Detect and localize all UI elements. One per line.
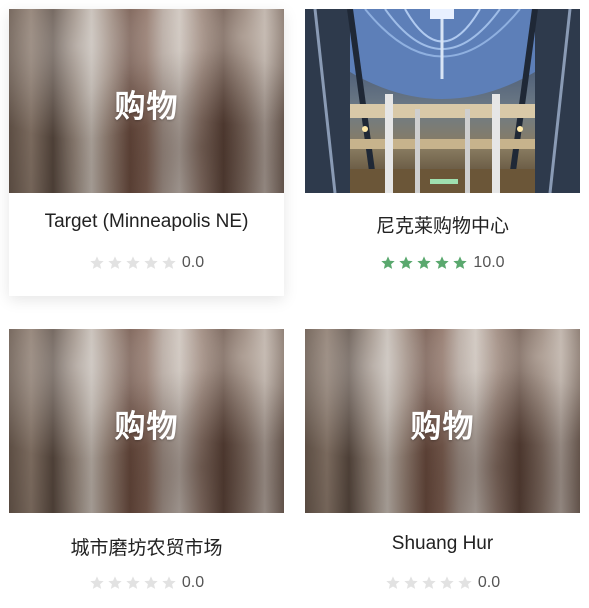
thumbnail-category-label: 购物 bbox=[114, 89, 179, 125]
star-icon bbox=[143, 575, 159, 591]
place-grid: 购物 Target (Minneapolis NE) 0.0 尼克莱购物中心 1… bbox=[0, 0, 589, 608]
rating-row: 10.0 bbox=[305, 254, 580, 272]
rating-score: 0.0 bbox=[181, 574, 205, 591]
star-icon bbox=[380, 255, 396, 271]
place-thumbnail[interactable]: 购物 bbox=[9, 9, 284, 193]
star-icon bbox=[89, 575, 105, 591]
place-card[interactable]: 尼克莱购物中心 10.0 bbox=[305, 9, 580, 296]
place-title[interactable]: Shuang Hur bbox=[305, 533, 580, 555]
rating-score: 0.0 bbox=[477, 574, 501, 591]
star-rating bbox=[380, 254, 470, 272]
rating-score: 10.0 bbox=[473, 254, 505, 271]
star-icon bbox=[439, 575, 455, 591]
star-icon bbox=[421, 575, 437, 591]
star-icon bbox=[416, 255, 432, 271]
mall-atrium-photo bbox=[305, 9, 580, 193]
star-rating bbox=[89, 254, 179, 272]
place-card[interactable]: 购物 城市磨坊农贸市场 0.0 bbox=[9, 329, 284, 608]
thumbnail-category-label: 购物 bbox=[114, 409, 179, 445]
star-icon bbox=[125, 575, 141, 591]
star-icon bbox=[403, 575, 419, 591]
star-icon bbox=[107, 255, 123, 271]
rating-row: 0.0 bbox=[305, 574, 580, 592]
place-title[interactable]: 尼克莱购物中心 bbox=[305, 211, 580, 238]
place-thumbnail[interactable]: 购物 bbox=[9, 329, 284, 513]
star-icon bbox=[161, 255, 177, 271]
place-title[interactable]: Target (Minneapolis NE) bbox=[9, 211, 284, 233]
star-icon bbox=[89, 255, 105, 271]
place-thumbnail[interactable]: 购物 bbox=[305, 329, 580, 513]
star-icon bbox=[398, 255, 414, 271]
star-icon bbox=[125, 255, 141, 271]
star-icon bbox=[143, 255, 159, 271]
thumbnail-category-label: 购物 bbox=[410, 409, 475, 445]
star-icon bbox=[452, 255, 468, 271]
rating-score: 0.0 bbox=[181, 254, 205, 271]
rating-row: 0.0 bbox=[9, 574, 284, 592]
star-rating bbox=[385, 574, 475, 592]
star-icon bbox=[161, 575, 177, 591]
star-rating bbox=[89, 574, 179, 592]
place-thumbnail[interactable] bbox=[305, 9, 580, 193]
star-icon bbox=[385, 575, 401, 591]
place-title[interactable]: 城市磨坊农贸市场 bbox=[9, 533, 284, 560]
star-icon bbox=[457, 575, 473, 591]
star-icon bbox=[434, 255, 450, 271]
place-card[interactable]: 购物 Target (Minneapolis NE) 0.0 bbox=[9, 9, 284, 296]
rating-row: 0.0 bbox=[9, 254, 284, 272]
star-icon bbox=[107, 575, 123, 591]
place-card[interactable]: 购物 Shuang Hur 0.0 bbox=[305, 329, 580, 608]
